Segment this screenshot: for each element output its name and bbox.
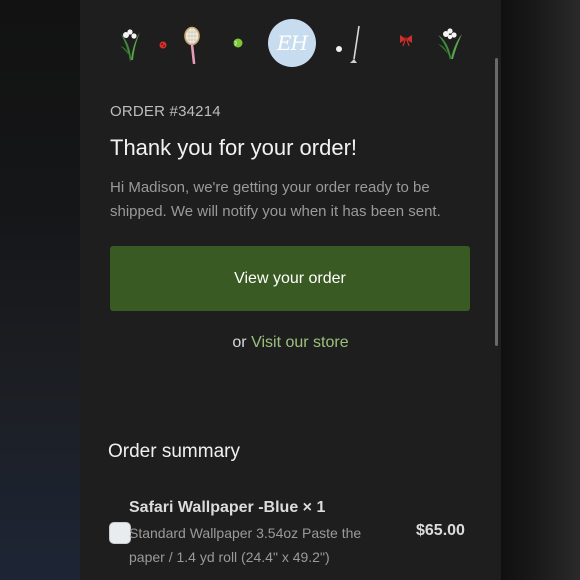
order-number: ORDER #34214: [110, 103, 221, 120]
or-text: or: [232, 334, 247, 351]
tennis-ball-icon: [233, 38, 243, 48]
item-description: Standard Wallpaper 3.54oz Paste the pape…: [129, 525, 362, 565]
page-title: Thank you for your order!: [110, 135, 358, 160]
scrollbar[interactable]: [495, 58, 498, 346]
item-price: $65.00: [416, 522, 465, 539]
background-left: [0, 0, 80, 580]
logo[interactable]: EH: [268, 19, 316, 67]
view-order-button[interactable]: View your order: [110, 246, 470, 311]
red-bow-icon: [400, 35, 412, 46]
lily-of-the-valley-icon: [438, 28, 462, 60]
order-message: Hi Madison, we're getting your order rea…: [110, 179, 441, 220]
tennis-racket-icon: [184, 26, 200, 64]
email-view: EH ORDER #34214 Thank you for your order…: [80, 0, 501, 580]
golf-club-icon: [336, 25, 360, 63]
order-summary-title: Order summary: [108, 441, 240, 462]
product-thumbnail[interactable]: [109, 522, 131, 544]
header-illustrations: EH: [80, 0, 501, 80]
ladybug-icon: [159, 41, 167, 49]
lily-of-the-valley-icon: [120, 29, 140, 62]
background-right: [501, 0, 580, 580]
visit-store-link[interactable]: Visit our store: [251, 334, 349, 351]
item-title: Safari Wallpaper -Blue × 1: [129, 499, 326, 516]
store-link-line: or Visit our store: [80, 334, 501, 352]
